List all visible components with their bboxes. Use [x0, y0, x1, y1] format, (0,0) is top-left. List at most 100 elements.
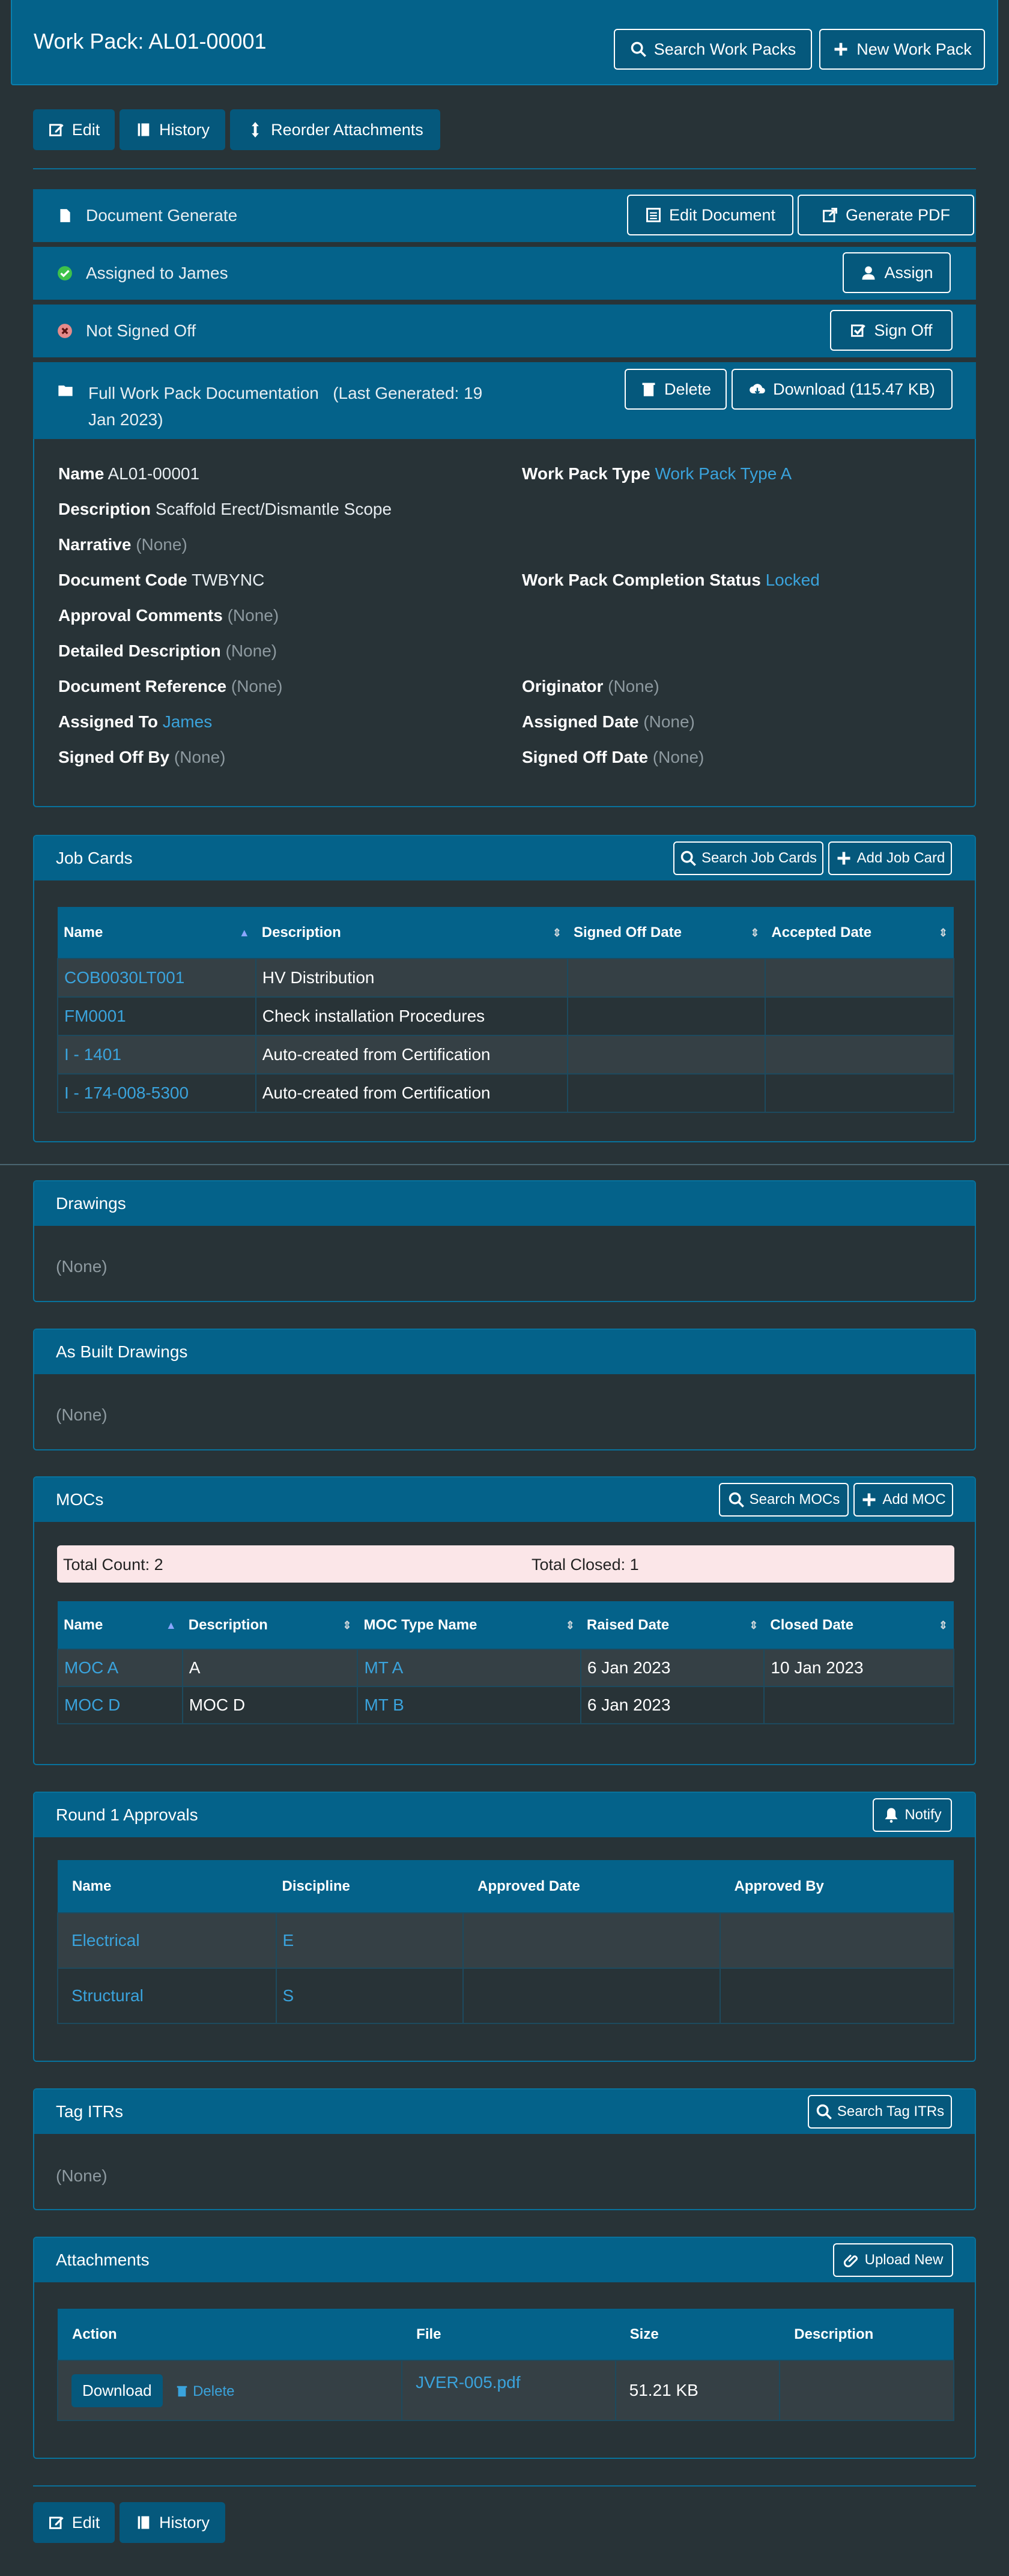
reorder-attachments-button[interactable]: Reorder Attachments	[230, 109, 440, 150]
mocs-section: MOCs Search MOCs Add MOC Total Count: 2 …	[33, 1476, 976, 1765]
list-icon	[646, 208, 661, 222]
col-name-label: Name	[64, 924, 103, 941]
col-size-label: Size	[629, 2326, 659, 2342]
search-mocs-label: Search MOCs	[749, 1491, 840, 1508]
col-accepted-date[interactable]: Accepted Date ⇕	[765, 907, 954, 959]
search-work-packs-label: Search Work Packs	[653, 40, 796, 58]
discipline-link[interactable]: S	[275, 1968, 464, 2024]
edit-document-button[interactable]: Edit Document	[627, 195, 793, 235]
page-title: Work Pack: AL01-00001	[34, 29, 267, 53]
description-label: Description	[58, 500, 151, 518]
sort-icon: ⇕	[552, 926, 562, 939]
attachment-delete-link[interactable]: Delete	[175, 2383, 234, 2399]
search-icon	[631, 41, 646, 57]
col-action: Action	[58, 2309, 402, 2360]
search-tag-itrs-button[interactable]: Search Tag ITRs	[808, 2095, 952, 2129]
delete-button[interactable]: Delete	[625, 369, 727, 410]
table-row: COB0030LT001 HV Distribution	[57, 958, 954, 998]
detail-assigned-date: Assigned Date (None)	[522, 712, 695, 732]
moc-link[interactable]: MOC D	[57, 1686, 183, 1724]
col-description[interactable]: Description ⇕	[182, 1601, 358, 1649]
upload-new-label: Upload New	[864, 2252, 944, 2268]
narrative-value: (None)	[136, 535, 187, 554]
name-value: AL01-00001	[108, 464, 200, 483]
col-description[interactable]: Description ⇕	[255, 907, 568, 959]
table-cell: A	[181, 1649, 359, 1687]
table-row: Download Delete JVER-005.pdf 51.21 KB	[56, 2360, 954, 2421]
assigned-to-link[interactable]: James	[163, 712, 212, 731]
assigned-bar: Assigned to James	[33, 247, 976, 300]
job-card-link[interactable]: I - 1401	[57, 1035, 256, 1074]
col-name-label: Name	[64, 1616, 103, 1633]
assigned-date-value: (None)	[643, 712, 695, 731]
search-mocs-button[interactable]: Search MOCs	[719, 1483, 849, 1517]
attachment-download-button[interactable]: Download	[71, 2374, 163, 2407]
job-card-link[interactable]: COB0030LT001	[57, 958, 256, 998]
col-name[interactable]: Name ▲	[58, 907, 256, 959]
plus-icon	[862, 1493, 876, 1506]
col-name[interactable]: Name ▲	[58, 1601, 183, 1649]
upload-new-button[interactable]: Upload New	[833, 2243, 953, 2277]
footer-edit-button[interactable]: Edit	[33, 2502, 115, 2543]
work-pack-type-link[interactable]: Work Pack Type A	[655, 464, 792, 483]
job-card-link[interactable]: FM0001	[57, 996, 256, 1036]
table-row: MOC A A MT A6 Jan 2023 10 Jan 2023	[57, 1649, 954, 1687]
add-job-card-label: Add Job Card	[856, 850, 945, 866]
approval-name-link[interactable]: Structural	[57, 1968, 277, 2024]
generate-pdf-button[interactable]: Generate PDF	[798, 195, 974, 235]
moc-total-count: Total Count: 2	[63, 1556, 163, 1574]
col-action-label: Action	[72, 2326, 117, 2342]
delete-label: Delete	[193, 2383, 235, 2399]
plus-icon	[837, 852, 850, 865]
job-card-link[interactable]: I - 174-008-5300	[57, 1073, 256, 1113]
table-cell	[765, 958, 954, 998]
detail-detailed-description: Detailed Description (None)	[58, 641, 277, 661]
page-header: Work Pack: AL01-00001 Search Work Packs …	[11, 0, 998, 85]
history-label: History	[159, 120, 210, 139]
search-job-cards-button[interactable]: Search Job Cards	[673, 841, 823, 875]
moc-link[interactable]: MOC A	[57, 1649, 183, 1687]
sign-off-button[interactable]: Sign Off	[830, 310, 953, 351]
name-label: Name	[58, 464, 105, 483]
detail-originator: Originator (None)	[522, 677, 659, 696]
search-job-cards-label: Search Job Cards	[701, 850, 817, 866]
document-reference-label: Document Reference	[58, 677, 227, 696]
footer-history-button[interactable]: History	[120, 2502, 225, 2543]
add-moc-button[interactable]: Add MOC	[853, 1483, 953, 1517]
table-row: I - 1401 Auto-created from Certification	[57, 1035, 954, 1074]
add-job-card-button[interactable]: Add Job Card	[828, 841, 952, 875]
plus-icon	[834, 43, 847, 56]
footer-divider	[33, 2485, 976, 2487]
search-work-packs-button[interactable]: Search Work Packs	[614, 29, 812, 70]
check-square-icon	[851, 324, 866, 337]
drawings-header: Drawings	[34, 1181, 975, 1226]
moc-type-link[interactable]: MT A	[357, 1649, 581, 1687]
detail-name: Name AL01-00001	[58, 464, 199, 483]
page-divider	[0, 1164, 1009, 1165]
edit-button[interactable]: Edit	[33, 109, 115, 150]
assign-button[interactable]: Assign	[843, 252, 951, 293]
tag-itrs-title: Tag ITRs	[56, 2102, 124, 2121]
col-moc-type-name[interactable]: MOC Type Name ⇕	[357, 1601, 581, 1649]
search-icon	[729, 1492, 744, 1508]
new-work-pack-button[interactable]: New Work Pack	[819, 29, 985, 70]
download-button[interactable]: Download (115.47 KB)	[732, 369, 953, 410]
add-moc-label: Add MOC	[882, 1491, 946, 1508]
table-cell: MOC D	[181, 1686, 359, 1724]
trash-icon	[642, 383, 655, 396]
history-button[interactable]: History	[120, 109, 225, 150]
col-signed-off-date[interactable]: Signed Off Date ⇕	[567, 907, 766, 959]
discipline-link[interactable]: E	[275, 1912, 464, 1969]
edit-label: Edit	[71, 120, 100, 139]
table-row: FM0001 Check installation Procedures	[57, 996, 954, 1036]
moc-type-link[interactable]: MT B	[357, 1686, 581, 1724]
notify-button[interactable]: Notify	[873, 1798, 952, 1832]
completion-status-link[interactable]: Locked	[766, 571, 820, 589]
sort-icon: ⇕	[938, 1619, 948, 1631]
check-circle-icon	[58, 266, 72, 280]
col-closed-date[interactable]: Closed Date ⇕	[764, 1601, 954, 1649]
approval-name-link[interactable]: Electrical	[57, 1912, 277, 1969]
col-raised-date[interactable]: Raised Date ⇕	[580, 1601, 765, 1649]
table-cell: Auto-created from Certification	[255, 1073, 568, 1113]
attachment-file-link[interactable]: JVER-005.pdf	[401, 2360, 616, 2421]
